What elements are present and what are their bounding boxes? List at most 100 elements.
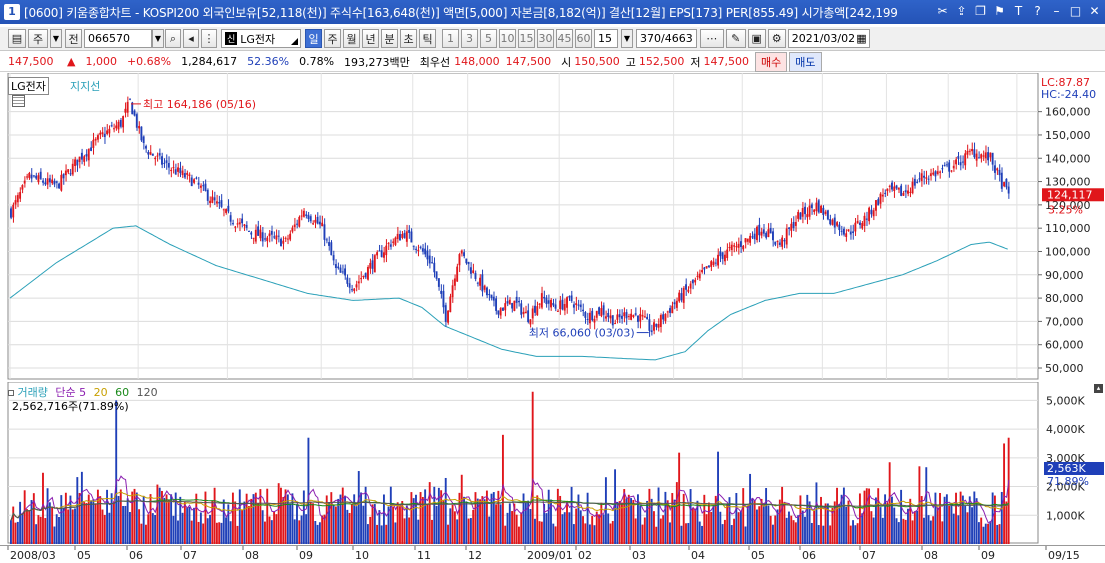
chevron-down-icon[interactable]: ▼: [50, 29, 62, 48]
candle: [714, 262, 717, 264]
volume-bar: [545, 513, 548, 544]
volume-chart-pane[interactable]: 5,000K 4,000K 3,000K 2,000K 1,000K 2,563K 71.8…: [0, 382, 1105, 544]
cut-icon[interactable]: ✂: [934, 2, 951, 21]
search-icon[interactable]: ⌕: [165, 29, 181, 48]
volume-tick-label: 5,000K: [1046, 394, 1085, 407]
candle: [801, 208, 804, 217]
buy-button[interactable]: 매수: [755, 51, 788, 72]
volume-bar: [781, 486, 784, 544]
candle: [463, 252, 465, 257]
sell-button[interactable]: 매도: [789, 51, 822, 72]
volume-bar: [547, 489, 550, 544]
stock-code-input[interactable]: [84, 29, 152, 48]
candle: [751, 236, 754, 238]
volume-bar: [39, 516, 42, 544]
interval-button-1[interactable]: 1: [442, 29, 459, 48]
gear-icon[interactable]: ⚙: [767, 29, 786, 48]
prev-button[interactable]: 전: [65, 29, 82, 48]
candle: [307, 214, 310, 219]
period-button-1[interactable]: 주: [324, 29, 341, 48]
pin-icon[interactable]: ⇪: [953, 2, 970, 21]
volume-bar: [110, 493, 113, 544]
interval-button-45[interactable]: 45: [556, 29, 573, 48]
maximize-icon[interactable]: □: [1067, 2, 1084, 21]
volume-bar: [774, 515, 777, 544]
volume-bar: [623, 489, 626, 544]
calendar-icon[interactable]: ▦: [856, 32, 866, 45]
candle: [733, 245, 736, 247]
period-button-5[interactable]: 초: [400, 29, 417, 48]
candle: [588, 312, 591, 324]
volume-bar: [53, 526, 56, 544]
candle: [625, 312, 628, 319]
close-icon[interactable]: ✕: [1086, 2, 1103, 21]
candle: [710, 261, 713, 267]
candle: [396, 233, 399, 239]
candle: [996, 168, 999, 171]
stock-name-box[interactable]: 신 LG전자: [221, 29, 301, 48]
interval-button-15[interactable]: 15: [518, 29, 535, 48]
price-chart[interactable]: 160,000150,000140,000130,000120,000110,0…: [0, 73, 1105, 380]
interval-dropdown-icon[interactable]: ▼: [621, 29, 633, 48]
period-button-0[interactable]: 일: [305, 29, 322, 48]
candle: [170, 169, 173, 172]
volume-bar: [760, 498, 763, 544]
candle: [952, 165, 955, 169]
candle: [934, 171, 937, 177]
candle: [977, 157, 980, 159]
interval-button-5[interactable]: 5: [480, 29, 497, 48]
font-icon[interactable]: T: [1010, 2, 1027, 21]
volume-bar: [199, 512, 202, 544]
volume-chart[interactable]: 5,000K4,000K3,000K2,000K1,000K2,563K71.8…: [0, 382, 1105, 544]
chart-settings-icon[interactable]: ▤: [8, 29, 26, 48]
candle: [481, 274, 484, 292]
candle: [373, 255, 376, 273]
period-button-6[interactable]: 틱: [419, 29, 436, 48]
volume-bar: [671, 493, 674, 544]
grid-icon[interactable]: ⋯: [699, 29, 724, 48]
candle: [611, 315, 614, 326]
candle: [316, 216, 319, 224]
stock-menu-icon[interactable]: ⋮: [201, 29, 217, 48]
interval-input[interactable]: 15: [594, 29, 618, 48]
save-icon[interactable]: ▣: [747, 29, 766, 48]
volume-bar: [353, 494, 356, 544]
volume-bar: [751, 498, 754, 544]
candle: [408, 229, 411, 233]
candle: [701, 270, 703, 273]
period-button-4[interactable]: 분: [381, 29, 398, 48]
candle: [659, 314, 662, 327]
candle: [755, 226, 758, 241]
sound-icon[interactable]: ◂: [183, 29, 199, 48]
interval-button-60[interactable]: 60: [575, 29, 592, 48]
restore-icon[interactable]: ❐: [972, 2, 989, 21]
interval-button-3[interactable]: 3: [461, 29, 478, 48]
help-icon[interactable]: ?: [1029, 2, 1046, 21]
volume-bar: [305, 514, 308, 544]
volume-bar: [51, 506, 54, 544]
price-chart-pane[interactable]: 160,000 150,000 140,000 130,000 120,000 110,0…: [0, 73, 1105, 380]
table-toggle-icon[interactable]: [12, 95, 25, 107]
candle: [845, 233, 848, 237]
minimize-icon[interactable]: –: [1048, 2, 1065, 21]
chart-type-select[interactable]: 주: [28, 29, 48, 48]
period-button-2[interactable]: 월: [343, 29, 360, 48]
interval-button-10[interactable]: 10: [499, 29, 516, 48]
candle: [444, 305, 447, 322]
flag-icon[interactable]: ⚑: [991, 2, 1008, 21]
interval-button-30[interactable]: 30: [537, 29, 554, 48]
time-tick-label: 08: [924, 549, 938, 562]
date-input[interactable]: 2021/03/02 ▦: [787, 29, 870, 48]
code-dropdown-icon[interactable]: ▼: [152, 29, 164, 48]
data-count-display[interactable]: 370/4663: [636, 29, 697, 48]
pane-close-icon[interactable]: ▴: [1094, 384, 1103, 393]
candle: [865, 218, 868, 220]
volume-bar: [112, 501, 115, 544]
candle: [632, 314, 635, 317]
tool-icon[interactable]: ✎: [725, 29, 746, 48]
candle: [820, 205, 822, 213]
candle: [879, 193, 882, 204]
period-button-3[interactable]: 년: [362, 29, 379, 48]
turnover-ratio: 0.78%: [299, 55, 335, 68]
candle: [634, 313, 637, 315]
